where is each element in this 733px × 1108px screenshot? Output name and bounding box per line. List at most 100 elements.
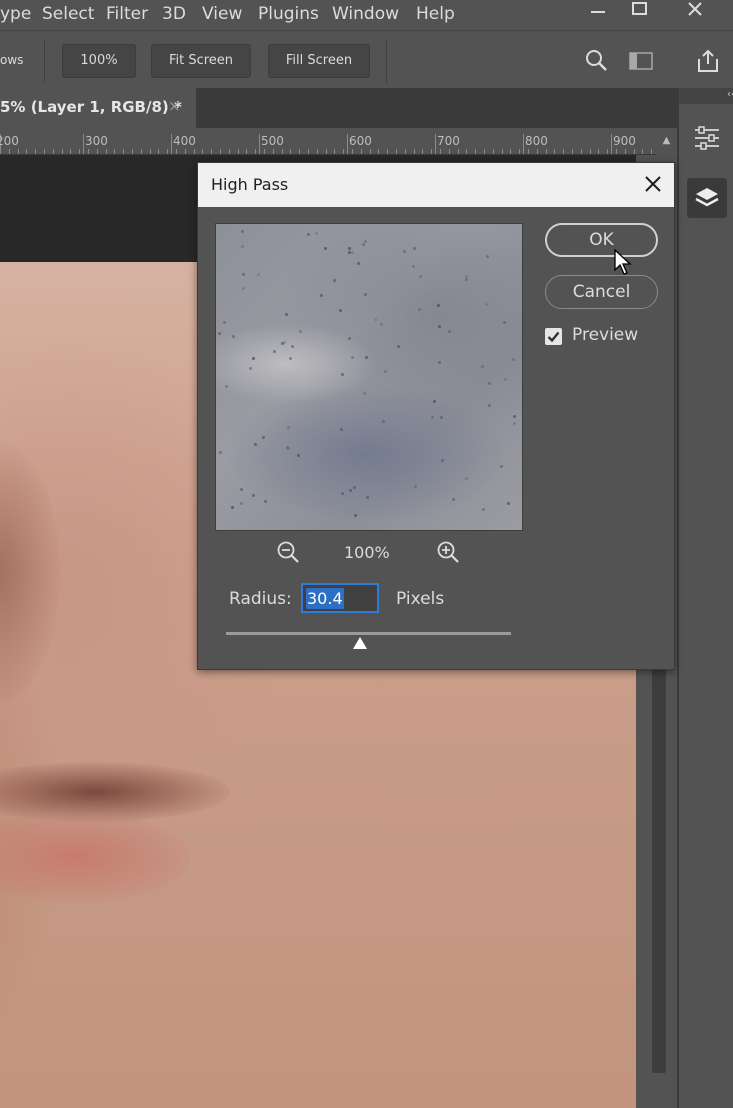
ruler-label: 700 (437, 134, 460, 148)
radius-slider-thumb[interactable] (353, 637, 367, 649)
ruler-minor-tick (185, 149, 186, 154)
search-icon[interactable] (584, 48, 610, 74)
document-tab[interactable]: 5% (Layer 1, RGB/8) * × (0, 88, 196, 128)
menu-help[interactable]: Help (416, 4, 455, 24)
texture-speck (348, 337, 351, 340)
zoom-100-button[interactable]: 100% (62, 44, 136, 78)
texture-speck (419, 275, 422, 278)
ruler-minor-tick (352, 149, 353, 154)
zoom-out-icon[interactable] (275, 539, 301, 565)
ruler-minor-tick (361, 149, 362, 154)
ruler-minor-tick (194, 149, 195, 154)
ruler-minor-tick (273, 149, 274, 154)
menu-filter[interactable]: Filter (106, 4, 148, 24)
fit-screen-button[interactable]: Fit Screen (151, 44, 251, 78)
dialog-title-bar[interactable]: High Pass (198, 163, 674, 207)
cancel-button[interactable]: Cancel (545, 275, 658, 309)
menu-view[interactable]: View (202, 4, 242, 24)
zoom-in-icon[interactable] (435, 539, 461, 565)
ruler-minor-tick (581, 149, 582, 154)
preview-label[interactable]: Preview (572, 325, 638, 345)
texture-speck (283, 341, 286, 344)
ruler-minor-tick (220, 149, 221, 154)
vertical-scrollbar[interactable] (652, 668, 666, 1073)
texture-speck (219, 451, 222, 454)
texture-speck (320, 294, 323, 297)
texture-speck (413, 247, 416, 250)
ruler-minor-tick (150, 149, 151, 154)
workspace-icon[interactable] (628, 48, 654, 74)
ruler-minor-tick (458, 149, 459, 154)
divider (44, 39, 45, 83)
texture-speck (340, 428, 343, 431)
ruler-minor-tick (396, 149, 397, 154)
collapse-panels-icon[interactable]: ‹‹ (679, 88, 733, 104)
fill-screen-button[interactable]: Fill Screen (268, 44, 370, 78)
shadow (0, 812, 190, 902)
shadow (0, 762, 230, 822)
scroll-all-windows-label[interactable]: ows (0, 53, 23, 67)
ruler-minor-tick (238, 149, 239, 154)
preview-checkbox[interactable] (545, 328, 562, 345)
ruler-minor-tick (431, 149, 432, 154)
texture-speck (252, 494, 255, 497)
texture-speck (315, 232, 318, 235)
texture-speck (241, 245, 244, 248)
texture-speck (351, 356, 354, 359)
radius-value[interactable]: 30.4 (307, 589, 343, 608)
restore-icon[interactable] (620, 0, 660, 24)
ruler-minor-tick (563, 149, 564, 154)
ok-button[interactable]: OK (545, 223, 658, 257)
ruler-minor-tick (88, 149, 89, 154)
minimize-icon[interactable] (578, 0, 618, 24)
texture-speck (286, 446, 289, 449)
close-icon[interactable] (675, 0, 715, 24)
texture-speck (324, 247, 327, 250)
menu-window[interactable]: Window (332, 4, 399, 24)
texture-speck (289, 357, 292, 360)
texture-speck (366, 496, 369, 499)
menu-plugins[interactable]: Plugins (258, 4, 319, 24)
ruler-minor-tick (132, 149, 133, 154)
ruler-minor-tick (70, 149, 71, 154)
menu-select[interactable]: Select (42, 4, 94, 24)
close-icon[interactable] (638, 169, 668, 199)
texture-speck (513, 415, 516, 418)
texture-speck (299, 330, 302, 333)
ruler-minor-tick (158, 149, 159, 154)
texture-speck (486, 255, 489, 258)
radius-slider-track[interactable] (226, 632, 511, 635)
layers-icon[interactable] (687, 178, 727, 218)
texture-speck (241, 230, 244, 233)
texture-speck (354, 514, 357, 517)
ruler-minor-tick (282, 149, 283, 154)
shadow (0, 442, 60, 702)
texture-speck (418, 308, 421, 311)
ruler-minor-tick (211, 149, 212, 154)
close-tab-icon[interactable]: × (168, 97, 181, 115)
texture-speck (348, 251, 351, 254)
ruler-minor-tick (97, 149, 98, 154)
texture-speck (440, 416, 443, 419)
texture-speck (403, 250, 406, 253)
adjustments-icon[interactable] (687, 118, 727, 158)
filter-preview[interactable] (215, 223, 523, 531)
texture-speck (488, 382, 491, 385)
ruler-label: 600 (349, 134, 372, 148)
texture-speck (503, 321, 506, 324)
texture-speck (351, 251, 354, 254)
ruler-minor-tick (519, 149, 520, 154)
texture-speck (362, 243, 365, 246)
texture-speck (512, 358, 515, 361)
texture-speck (363, 392, 366, 395)
document-tab-bar: 5% (Layer 1, RGB/8) * × (0, 88, 677, 128)
share-icon[interactable] (695, 48, 721, 74)
menu-3d[interactable]: 3D (162, 4, 186, 24)
texture-speck (341, 373, 344, 376)
menu-type[interactable]: ype (0, 4, 31, 24)
ruler-scroll-up-icon[interactable]: ▲ (656, 128, 677, 154)
texture-speck (374, 318, 377, 321)
radius-label: Radius: (229, 589, 292, 609)
texture-speck (504, 378, 507, 381)
ruler-minor-tick (343, 149, 344, 154)
